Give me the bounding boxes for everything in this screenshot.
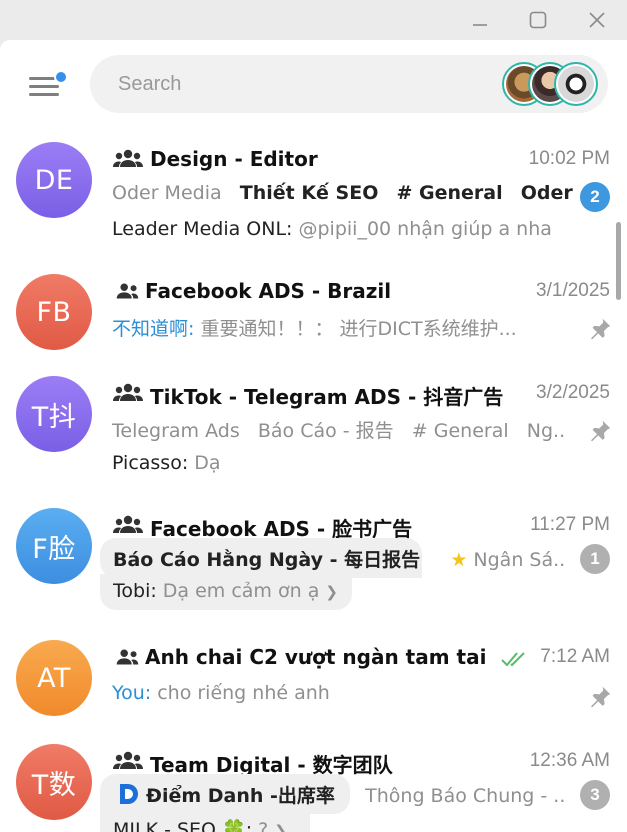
avatar: T数 bbox=[16, 744, 92, 820]
chat-time: 10:02 PM bbox=[528, 148, 610, 169]
message-preview: MILK - SEO 🍀: ? ❯ bbox=[113, 818, 575, 832]
maximize-icon bbox=[529, 11, 547, 29]
topics-preview: Điểm Danh -出席率 Thông Báo Chung - ... bbox=[116, 781, 565, 811]
avatar: F脸 bbox=[16, 508, 92, 584]
topic-name: # General bbox=[396, 182, 503, 204]
topics-preview: Telegram Ads Báo Cáo - 报告 # General Ng..… bbox=[112, 416, 567, 446]
search-bar[interactable] bbox=[90, 55, 608, 113]
chat-title-row: Facebook ADS - Brazil 3/1/2025 bbox=[112, 276, 610, 306]
avatar: DE bbox=[16, 142, 92, 218]
topic-name: Ng... bbox=[526, 420, 567, 442]
topic-name: Điểm Danh -出席率 bbox=[146, 785, 335, 807]
message-sender: Leader Media ONL: bbox=[112, 218, 293, 240]
message-text: 重要通知！！： 进行DICT系统维护... bbox=[200, 318, 517, 340]
topics-preview: Oder Media Thiết Kế SEO # General Oder .… bbox=[112, 182, 610, 212]
group-icon bbox=[113, 515, 143, 533]
pin-icon bbox=[591, 318, 611, 340]
story-avatar[interactable] bbox=[554, 62, 598, 106]
topic-name: Oder Media bbox=[112, 182, 222, 204]
avatar: FB bbox=[16, 274, 92, 350]
chat-item-facebook-ads-brazil[interactable]: FB Facebook ADS - Brazil 3/1/2025 不知道啊: … bbox=[0, 260, 615, 362]
message-preview: Picasso: Dạ bbox=[112, 452, 575, 482]
message-preview: You: cho riếng nhé anh bbox=[112, 682, 575, 712]
close-icon bbox=[589, 12, 605, 28]
star-icon: ★ bbox=[450, 549, 468, 571]
topic-name: Telegram Ads bbox=[112, 420, 240, 442]
unread-badge: 1 bbox=[580, 544, 610, 574]
minimize-button[interactable] bbox=[463, 6, 497, 34]
app-window: DE Design - Editor 10:02 PM Oder Media T… bbox=[0, 40, 627, 832]
chat-list[interactable]: DE Design - Editor 10:02 PM Oder Media T… bbox=[0, 128, 627, 832]
message-text: @pipii_00 nhận giúp a nha bbox=[298, 218, 552, 240]
main-menu-button[interactable] bbox=[24, 68, 68, 102]
message-text: ? bbox=[258, 819, 269, 832]
chat-item-anh-chai-c2[interactable]: AT Anh chai C2 vượt ngàn tam tai 7:12 AM… bbox=[0, 626, 615, 730]
chat-title: Design - Editor bbox=[150, 147, 318, 171]
story-avatar-image bbox=[558, 66, 594, 102]
chat-item-design-editor[interactable]: DE Design - Editor 10:02 PM Oder Media T… bbox=[0, 128, 615, 260]
menu-notification-dot bbox=[54, 70, 68, 84]
group-icon bbox=[113, 149, 143, 167]
pin-icon bbox=[591, 420, 611, 442]
message-text: Dạ bbox=[194, 452, 221, 474]
chat-item-facebook-ads-lianshu[interactable]: F脸 Facebook ADS - 脸书广告 11:27 PM Báo Cáo … bbox=[0, 494, 615, 626]
search-input[interactable] bbox=[118, 69, 488, 99]
message-sender: Tobi: bbox=[113, 580, 157, 602]
pin-icon bbox=[591, 686, 611, 708]
topic-name: Thông Báo Chung - ... bbox=[365, 785, 565, 807]
maximize-button[interactable] bbox=[521, 6, 555, 34]
chevron-right-icon: ❯ bbox=[325, 583, 338, 601]
chat-title: TikTok - Telegram ADS - 抖音广告 bbox=[150, 385, 504, 409]
avatar: T抖 bbox=[16, 376, 92, 452]
group-icon bbox=[116, 283, 139, 299]
scrollbar[interactable] bbox=[616, 222, 621, 300]
unread-badge: 3 bbox=[580, 780, 610, 810]
chat-title-row: Team Digital - 数字团队 12:36 AM bbox=[112, 746, 610, 777]
chat-time: 12:36 AM bbox=[529, 750, 610, 771]
topic-name: # General bbox=[411, 420, 509, 442]
menu-icon-bar bbox=[29, 85, 59, 88]
message-preview: 不知道啊: 重要通知！！： 进行DICT系统维护... bbox=[112, 314, 565, 344]
chat-list-header bbox=[0, 40, 627, 128]
stories-row[interactable] bbox=[502, 62, 598, 106]
chat-time: 7:12 AM bbox=[540, 646, 610, 667]
chat-title-row: Facebook ADS - 脸书广告 11:27 PM bbox=[112, 510, 610, 541]
read-checkmarks-icon bbox=[501, 652, 525, 667]
chat-title-row: TikTok - Telegram ADS - 抖音广告 3/2/2025 bbox=[112, 378, 610, 409]
group-icon bbox=[113, 383, 143, 401]
window-titlebar bbox=[0, 0, 627, 40]
chat-item-team-digital[interactable]: T数 Team Digital - 数字团队 12:36 AM Điểm Dan… bbox=[0, 730, 615, 832]
chat-item-tiktok-telegram-ads[interactable]: T抖 TikTok - Telegram ADS - 抖音广告 3/2/2025… bbox=[0, 362, 615, 494]
message-sender: Picasso: bbox=[112, 452, 189, 474]
topics-preview: Báo Cáo Hằng Ngày - 每日报告 ★ Ngân Sá... bbox=[113, 545, 565, 575]
topic-name: Ngân Sá... bbox=[473, 549, 565, 571]
message-preview: Leader Media ONL: @pipii_00 nhận giúp a … bbox=[112, 218, 575, 248]
message-sender: You: bbox=[112, 682, 152, 704]
unread-badge: 2 bbox=[580, 182, 610, 212]
chat-time: 11:27 PM bbox=[530, 514, 610, 535]
minimize-icon bbox=[473, 24, 487, 26]
message-sender: MILK - SEO 🍀: bbox=[113, 819, 253, 832]
chat-title-row: Design - Editor 10:02 PM bbox=[112, 144, 610, 174]
chevron-right-icon: ❯ bbox=[274, 822, 287, 832]
topic-name: Thiết Kế SEO bbox=[239, 182, 379, 204]
close-button[interactable] bbox=[580, 6, 614, 34]
group-icon bbox=[116, 649, 139, 665]
topic-name: Báo Cáo - 报告 bbox=[257, 420, 394, 442]
message-preview: Tobi: Dạ em cảm ơn ạ ❯ bbox=[113, 580, 575, 610]
chat-title-row: Anh chai C2 vượt ngàn tam tai 7:12 AM bbox=[112, 642, 610, 672]
topic-d-icon bbox=[120, 784, 138, 804]
chat-time: 3/1/2025 bbox=[536, 280, 610, 301]
menu-icon-bar bbox=[29, 93, 59, 96]
chat-title: Facebook ADS - Brazil bbox=[145, 279, 392, 303]
topic-name: Báo Cáo Hằng Ngày - 每日报告 bbox=[113, 549, 421, 571]
chat-time: 3/2/2025 bbox=[536, 382, 610, 403]
avatar: AT bbox=[16, 640, 92, 716]
chat-title: Anh chai C2 vượt ngàn tam tai bbox=[145, 645, 487, 669]
message-text: Dạ em cảm ơn ạ bbox=[162, 580, 320, 602]
message-sender: 不知道啊: bbox=[112, 318, 195, 340]
message-text: cho riếng nhé anh bbox=[157, 682, 330, 704]
group-icon bbox=[113, 751, 143, 769]
